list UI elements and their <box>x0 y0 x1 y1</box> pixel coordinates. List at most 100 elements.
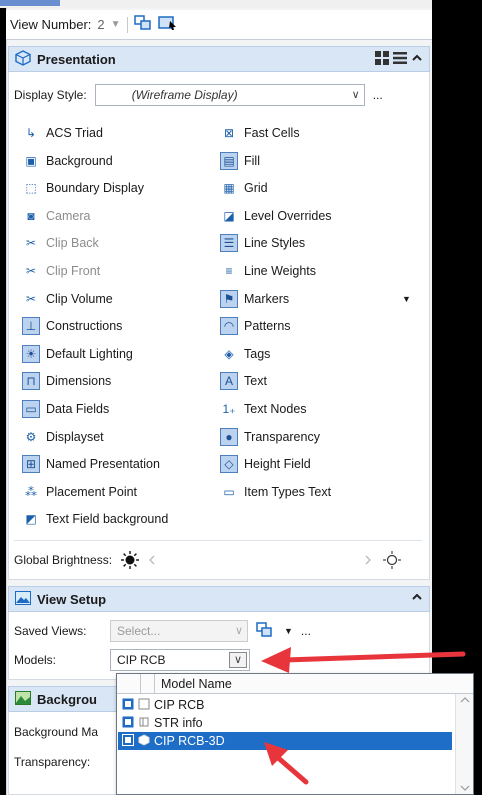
presentation-toggle-patterns[interactable]: ◠ Patterns <box>220 315 291 337</box>
presentation-toggle-named-presentation[interactable]: ⊞ Named Presentation <box>22 453 160 475</box>
select-view-icon[interactable] <box>157 15 178 34</box>
presentation-toggle-boundary-display[interactable]: ⬚ Boundary Display <box>22 177 144 199</box>
chevron-down-icon[interactable]: ▼ <box>284 626 293 636</box>
global-brightness-slider[interactable] <box>120 550 422 570</box>
presentation-toggle-item-types-text[interactable]: ▭ Item Types Text <box>220 481 331 503</box>
presentation-toggle-label: Dimensions <box>46 374 112 389</box>
model-checkbox-icon[interactable] <box>122 733 134 749</box>
model-name-column-header[interactable]: Model Name <box>155 677 232 691</box>
presentation-toggle-default-lighting[interactable]: ☀ Default Lighting <box>22 343 133 365</box>
view-setup-header[interactable]: View Setup <box>8 586 430 612</box>
models-row: Models: CIP RCB ∨ <box>14 648 250 672</box>
presentation-toggle-placement-point[interactable]: ⁂ Placement Point <box>22 481 137 503</box>
background-section-title: Backgrou <box>37 691 97 707</box>
presentation-toggle-clip-volume[interactable]: ✂ Clip Volume <box>22 288 113 310</box>
saved-views-select[interactable]: Select... ∨ <box>110 620 248 642</box>
background-icon: ▣ <box>25 153 37 168</box>
presentation-toggle-camera[interactable]: ◙ Camera <box>22 205 90 227</box>
transparency-icon: ● <box>220 427 238 446</box>
presentation-toggle-displayset[interactable]: ⚙ Displayset <box>22 426 104 448</box>
presentation-toggle-clip-front[interactable]: ✂ Clip Front <box>22 260 100 282</box>
save-view-icon[interactable] <box>256 621 276 641</box>
line-styles-icon: ☰ <box>220 234 238 253</box>
chevron-down-icon[interactable]: ▼ <box>111 19 121 30</box>
more-options-button[interactable]: ... <box>301 624 311 638</box>
model-checkbox-icon[interactable] <box>122 698 134 713</box>
presentation-header[interactable]: Presentation <box>8 46 430 72</box>
presentation-toggle-line-styles[interactable]: ☰ Line Styles <box>220 232 305 254</box>
height-field-icon: ◇ <box>220 455 238 474</box>
text-field-background-icon: ◩ <box>25 512 37 527</box>
presentation-toggle-text[interactable]: A Text <box>220 370 267 392</box>
collapse-icon[interactable] <box>411 591 423 606</box>
presentation-toggle-fill[interactable]: ▤ Fill <box>220 150 260 172</box>
presentation-toggle-height-field[interactable]: ◇ Height Field <box>220 453 311 475</box>
presentation-toggle-label: Text <box>244 374 267 389</box>
presentation-toggle-label: Named Presentation <box>46 457 160 472</box>
tile-view-icon[interactable] <box>375 51 389 68</box>
presentation-toggle-label: Fill <box>244 153 260 168</box>
presentation-toggle-label: Clip Back <box>46 236 99 251</box>
view-windows-icon[interactable] <box>133 15 152 34</box>
models-list-scrollbar[interactable] <box>455 694 473 794</box>
data-fields-icon: ▭ <box>22 400 40 418</box>
presentation-toggle-label: Clip Volume <box>46 291 113 306</box>
view-setup-icon <box>15 590 31 609</box>
model-type-icon <box>138 716 150 731</box>
presentation-toggle-level-overrides[interactable]: ◪ Level Overrides <box>220 205 331 227</box>
presentation-toggle-line-weights[interactable]: ≡ Line Weights <box>220 260 316 282</box>
camera-icon: ◙ <box>27 208 35 223</box>
presentation-toggle-label: Text Nodes <box>244 402 307 416</box>
presentation-toggle-acs-triad[interactable]: ↳ ACS Triad <box>22 122 103 144</box>
display-style-row: Display Style: (Wireframe Display) ∨ ... <box>14 80 422 110</box>
level-overrides-icon: ◪ <box>223 208 235 223</box>
presentation-toggle-label: Clip Front <box>46 264 101 278</box>
presentation-toggle-constructions[interactable]: ⊥ Constructions <box>22 315 122 337</box>
model-name: CIP RCB-3D <box>154 734 225 748</box>
presentation-toggle-label: Background <box>46 153 113 168</box>
model-checkbox-icon[interactable] <box>122 716 134 731</box>
presentation-toggle-label: Markers <box>244 291 290 306</box>
presentation-toggle-label: Text Field background <box>46 512 169 527</box>
presentation-toggle-label: Grid <box>244 181 268 196</box>
presentation-toggle-dimensions[interactable]: ⊓ Dimensions <box>22 370 111 392</box>
presentation-toggle-label: Displayset <box>46 429 104 444</box>
more-options-button[interactable]: ... <box>373 88 383 102</box>
presentation-toggle-tags[interactable]: ◈ Tags <box>220 343 270 365</box>
view-number-label: View Number: <box>10 17 92 32</box>
models-value: CIP RCB <box>117 653 166 667</box>
saved-views-label: Saved Views: <box>14 624 87 638</box>
global-brightness-row: Global Brightness: <box>14 545 422 575</box>
chevron-down-icon: ∨ <box>351 89 360 101</box>
collapse-icon[interactable] <box>411 52 423 67</box>
text-icon: A <box>220 372 238 391</box>
background-map-icon <box>15 690 31 709</box>
presentation-toggle-grid[interactable]: ▦ Grid <box>220 177 268 199</box>
view-number-value[interactable]: 2 <box>97 17 104 32</box>
markers-icon: ⚑ <box>220 289 238 308</box>
presentation-toggle-data-fields[interactable]: ▭ Data Fields <box>22 398 109 420</box>
presentation-toggle-text-field-background[interactable]: ◩ Text Field background <box>22 508 168 530</box>
dark-sun-icon <box>121 551 140 569</box>
list-view-icon[interactable] <box>393 51 407 68</box>
chevron-down-icon[interactable]: ∨ <box>229 652 247 668</box>
presentation-toggle-transparency[interactable]: ● Transparency <box>220 426 320 448</box>
presentation-toggle-label: Patterns <box>244 319 291 334</box>
model-row[interactable]: STR info <box>118 714 452 732</box>
presentation-toggle-text-nodes[interactable]: 1₊ Text Nodes <box>220 398 307 420</box>
presentation-toggle-clip-back[interactable]: ✂ Clip Back <box>22 232 99 254</box>
fill-icon: ▤ <box>220 151 238 170</box>
transparency-label: Transparency: <box>14 755 91 769</box>
named-presentation-icon: ⊞ <box>22 455 40 474</box>
tags-icon: ◈ <box>224 346 234 361</box>
presentation-toggle-fast-cells[interactable]: ⊠ Fast Cells <box>220 122 300 144</box>
divider <box>14 540 422 541</box>
presentation-toggle-background[interactable]: ▣ Background <box>22 150 113 172</box>
clip-front-icon: ✂ <box>25 264 37 278</box>
display-style-select[interactable]: (Wireframe Display) ∨ <box>94 84 365 106</box>
presentation-toggle-markers[interactable]: ⚑ Markers <box>220 288 289 310</box>
model-row[interactable]: CIP RCB <box>118 696 452 714</box>
models-select[interactable]: CIP RCB ∨ <box>110 649 250 671</box>
presentation-toggle-label: Transparency <box>244 429 320 444</box>
markers-dropdown-icon[interactable]: ▼ <box>402 294 411 304</box>
